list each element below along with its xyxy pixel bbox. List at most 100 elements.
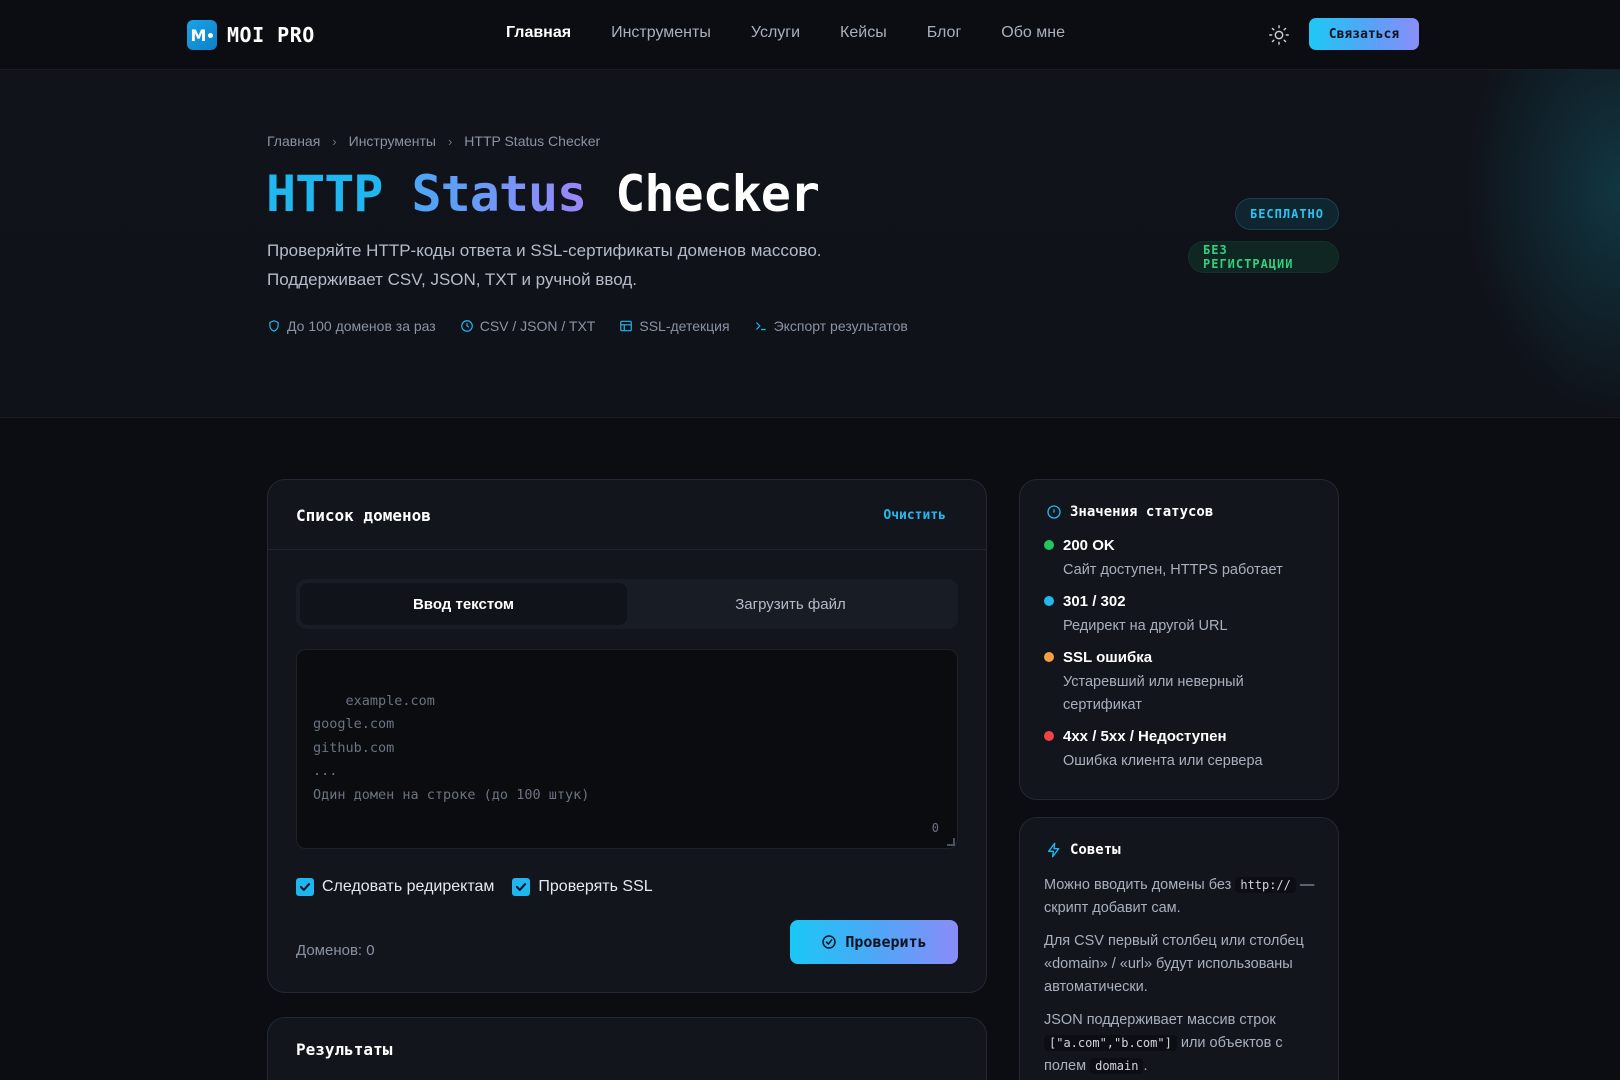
feature-item: CSV / JSON / TXT — [460, 318, 596, 334]
info-circle-icon — [1047, 505, 1061, 519]
logo-mark-icon: M — [187, 20, 217, 50]
status-item-ssl-error: SSL ошибка Устаревший или неверный серти… — [1044, 648, 1324, 717]
textarea-placeholder: example.com google.com github.com ... Од… — [313, 692, 590, 803]
logo-text: MOI PRO — [227, 23, 315, 47]
domains-card-header: Список доменов Очистить — [268, 480, 986, 550]
domains-card: Список доменов Очистить Ввод текстом Заг… — [267, 479, 987, 993]
status-dot-blue-icon — [1044, 596, 1054, 606]
nav-item-cases[interactable]: Кейсы — [840, 24, 887, 42]
status-desc: Ошибка клиента или сервера — [1063, 753, 1263, 769]
follow-redirects-label: Следовать редиректам — [322, 878, 495, 895]
domains-card-title: Список доменов — [296, 506, 431, 525]
top-navbar: M MOI PRO Главная Инструменты Услуги Кей… — [0, 0, 1620, 70]
terminal-icon — [755, 322, 766, 331]
status-dot-red-icon — [1044, 731, 1054, 741]
tip-text: JSON поддерживает массив строк — [1044, 1012, 1276, 1028]
chevron-right-icon: › — [447, 133, 453, 149]
status-legend-title: Значения статусов — [1046, 504, 1213, 520]
contact-button[interactable]: Связаться — [1309, 18, 1419, 50]
status-legend-title-text: Значения статусов — [1070, 504, 1214, 520]
status-desc: Устаревший или неверный сертификат — [1063, 674, 1244, 713]
feature-item: До 100 доменов за раз — [267, 318, 436, 334]
status-legend-card: Значения статусов 200 OK Сайт доступен, … — [1019, 479, 1339, 800]
tip-text: Можно вводить домены без — [1044, 877, 1232, 893]
checkmark-icon — [299, 883, 311, 891]
main-menu: Главная Инструменты Услуги Кейсы Блог Об… — [506, 24, 1065, 42]
nav-item-home[interactable]: Главная — [506, 24, 571, 42]
status-desc: Редирект на другой URL — [1063, 618, 1228, 634]
follow-redirects-option[interactable]: Следовать редиректам — [296, 878, 494, 896]
tips-title: Советы — [1046, 842, 1121, 858]
nav-item-about[interactable]: Обо мне — [1001, 24, 1065, 42]
status-desc: Сайт доступен, HTTPS работает — [1063, 562, 1283, 578]
check-ssl-checkbox[interactable] — [512, 878, 531, 896]
resize-handle-icon[interactable] — [947, 838, 955, 846]
tab-text-input[interactable]: Ввод текстом — [300, 583, 627, 625]
badge-free: БЕСПЛАТНО — [1235, 198, 1339, 230]
check-circle-icon — [822, 935, 837, 949]
feature-list: До 100 доменов за раз CSV / JSON / TXT S… — [267, 318, 908, 334]
tip-code: domain — [1090, 1058, 1144, 1074]
nav-item-services[interactable]: Услуги — [751, 24, 800, 42]
status-list: 200 OK Сайт доступен, HTTPS работает 301… — [1044, 536, 1324, 783]
feature-label: До 100 доменов за раз — [287, 318, 436, 334]
clear-button[interactable]: Очистить — [883, 508, 946, 523]
results-card: Результаты — [267, 1017, 987, 1080]
status-item-200: 200 OK Сайт доступен, HTTPS работает — [1044, 536, 1324, 582]
clock-icon — [460, 320, 473, 332]
tip-item: Можно вводить домены без http:// — скрип… — [1044, 874, 1320, 920]
nav-item-tools[interactable]: Инструменты — [611, 24, 711, 42]
nav-item-blog[interactable]: Блог — [927, 24, 962, 42]
page-title: HTTP Status Checker — [266, 165, 820, 223]
check-ssl-label: Проверять SSL — [538, 878, 653, 895]
title-part-checker: Checker — [615, 165, 820, 223]
domains-textarea[interactable]: example.com google.com github.com ... Од… — [296, 649, 958, 849]
theme-toggle-button[interactable] — [1268, 24, 1290, 46]
tip-code: http:// — [1235, 877, 1296, 893]
shield-icon — [269, 320, 279, 332]
lightning-icon — [1048, 842, 1060, 858]
breadcrumb-current: HTTP Status Checker — [464, 133, 601, 149]
results-title: Результаты — [296, 1040, 393, 1059]
tips-card: Советы Можно вводить домены без http:// … — [1019, 817, 1339, 1080]
char-counter: 0 — [931, 820, 939, 835]
tip-code: ["a.com","b.com"] — [1044, 1035, 1177, 1051]
feature-label: Экспорт результатов — [773, 318, 908, 334]
layout-icon — [620, 320, 633, 332]
tips-title-text: Советы — [1070, 842, 1121, 858]
breadcrumb-home[interactable]: Главная — [267, 133, 320, 149]
domain-count: Доменов: 0 — [296, 942, 375, 959]
follow-redirects-checkbox[interactable] — [296, 878, 314, 896]
title-part-status: Status — [411, 165, 588, 223]
logo-mark-letter: M — [190, 25, 207, 45]
status-dot-green-icon — [1044, 540, 1054, 550]
check-ssl-option[interactable]: Проверять SSL — [512, 878, 653, 896]
breadcrumb: Главная › Инструменты › HTTP Status Chec… — [267, 133, 600, 149]
tip-text: . — [1143, 1058, 1148, 1074]
status-name: 200 OK — [1063, 537, 1115, 554]
options-group: Следовать редиректам Проверять SSL — [296, 878, 653, 896]
tips-body: Можно вводить домены без http:// — скрип… — [1044, 874, 1320, 1080]
title-part-http: HTTP — [266, 165, 383, 223]
status-item-error: 4xx / 5xx / Недоступен Ошибка клиента ил… — [1044, 727, 1324, 773]
status-name: 4xx / 5xx / Недоступен — [1063, 728, 1227, 745]
status-name: 301 / 302 — [1063, 593, 1126, 610]
badge-no-registration: БЕЗ РЕГИСТРАЦИИ — [1188, 241, 1339, 273]
logo[interactable]: M MOI PRO — [187, 20, 315, 50]
checkmark-icon — [516, 883, 527, 891]
check-button-label: Проверить — [845, 933, 927, 951]
input-mode-tabs: Ввод текстом Загрузить файл — [296, 579, 958, 629]
status-dot-orange-icon — [1044, 652, 1054, 662]
tab-file-upload[interactable]: Загрузить файл — [627, 583, 954, 625]
status-item-redirect: 301 / 302 Редирект на другой URL — [1044, 592, 1324, 638]
check-button[interactable]: Проверить — [790, 920, 958, 964]
feature-label: CSV / JSON / TXT — [479, 318, 596, 334]
tip-item: JSON поддерживает массив строк ["a.com",… — [1044, 1009, 1320, 1078]
hero-section: Главная › Инструменты › HTTP Status Chec… — [0, 70, 1620, 418]
feature-item: SSL-детекция — [619, 318, 730, 334]
chevron-right-icon: › — [332, 133, 337, 149]
feature-label: SSL-детекция — [639, 318, 730, 334]
breadcrumb-tools[interactable]: Инструменты — [349, 133, 436, 149]
sun-icon — [1269, 25, 1289, 45]
tip-item: Для CSV первый столбец или столбец «doma… — [1044, 933, 1304, 995]
